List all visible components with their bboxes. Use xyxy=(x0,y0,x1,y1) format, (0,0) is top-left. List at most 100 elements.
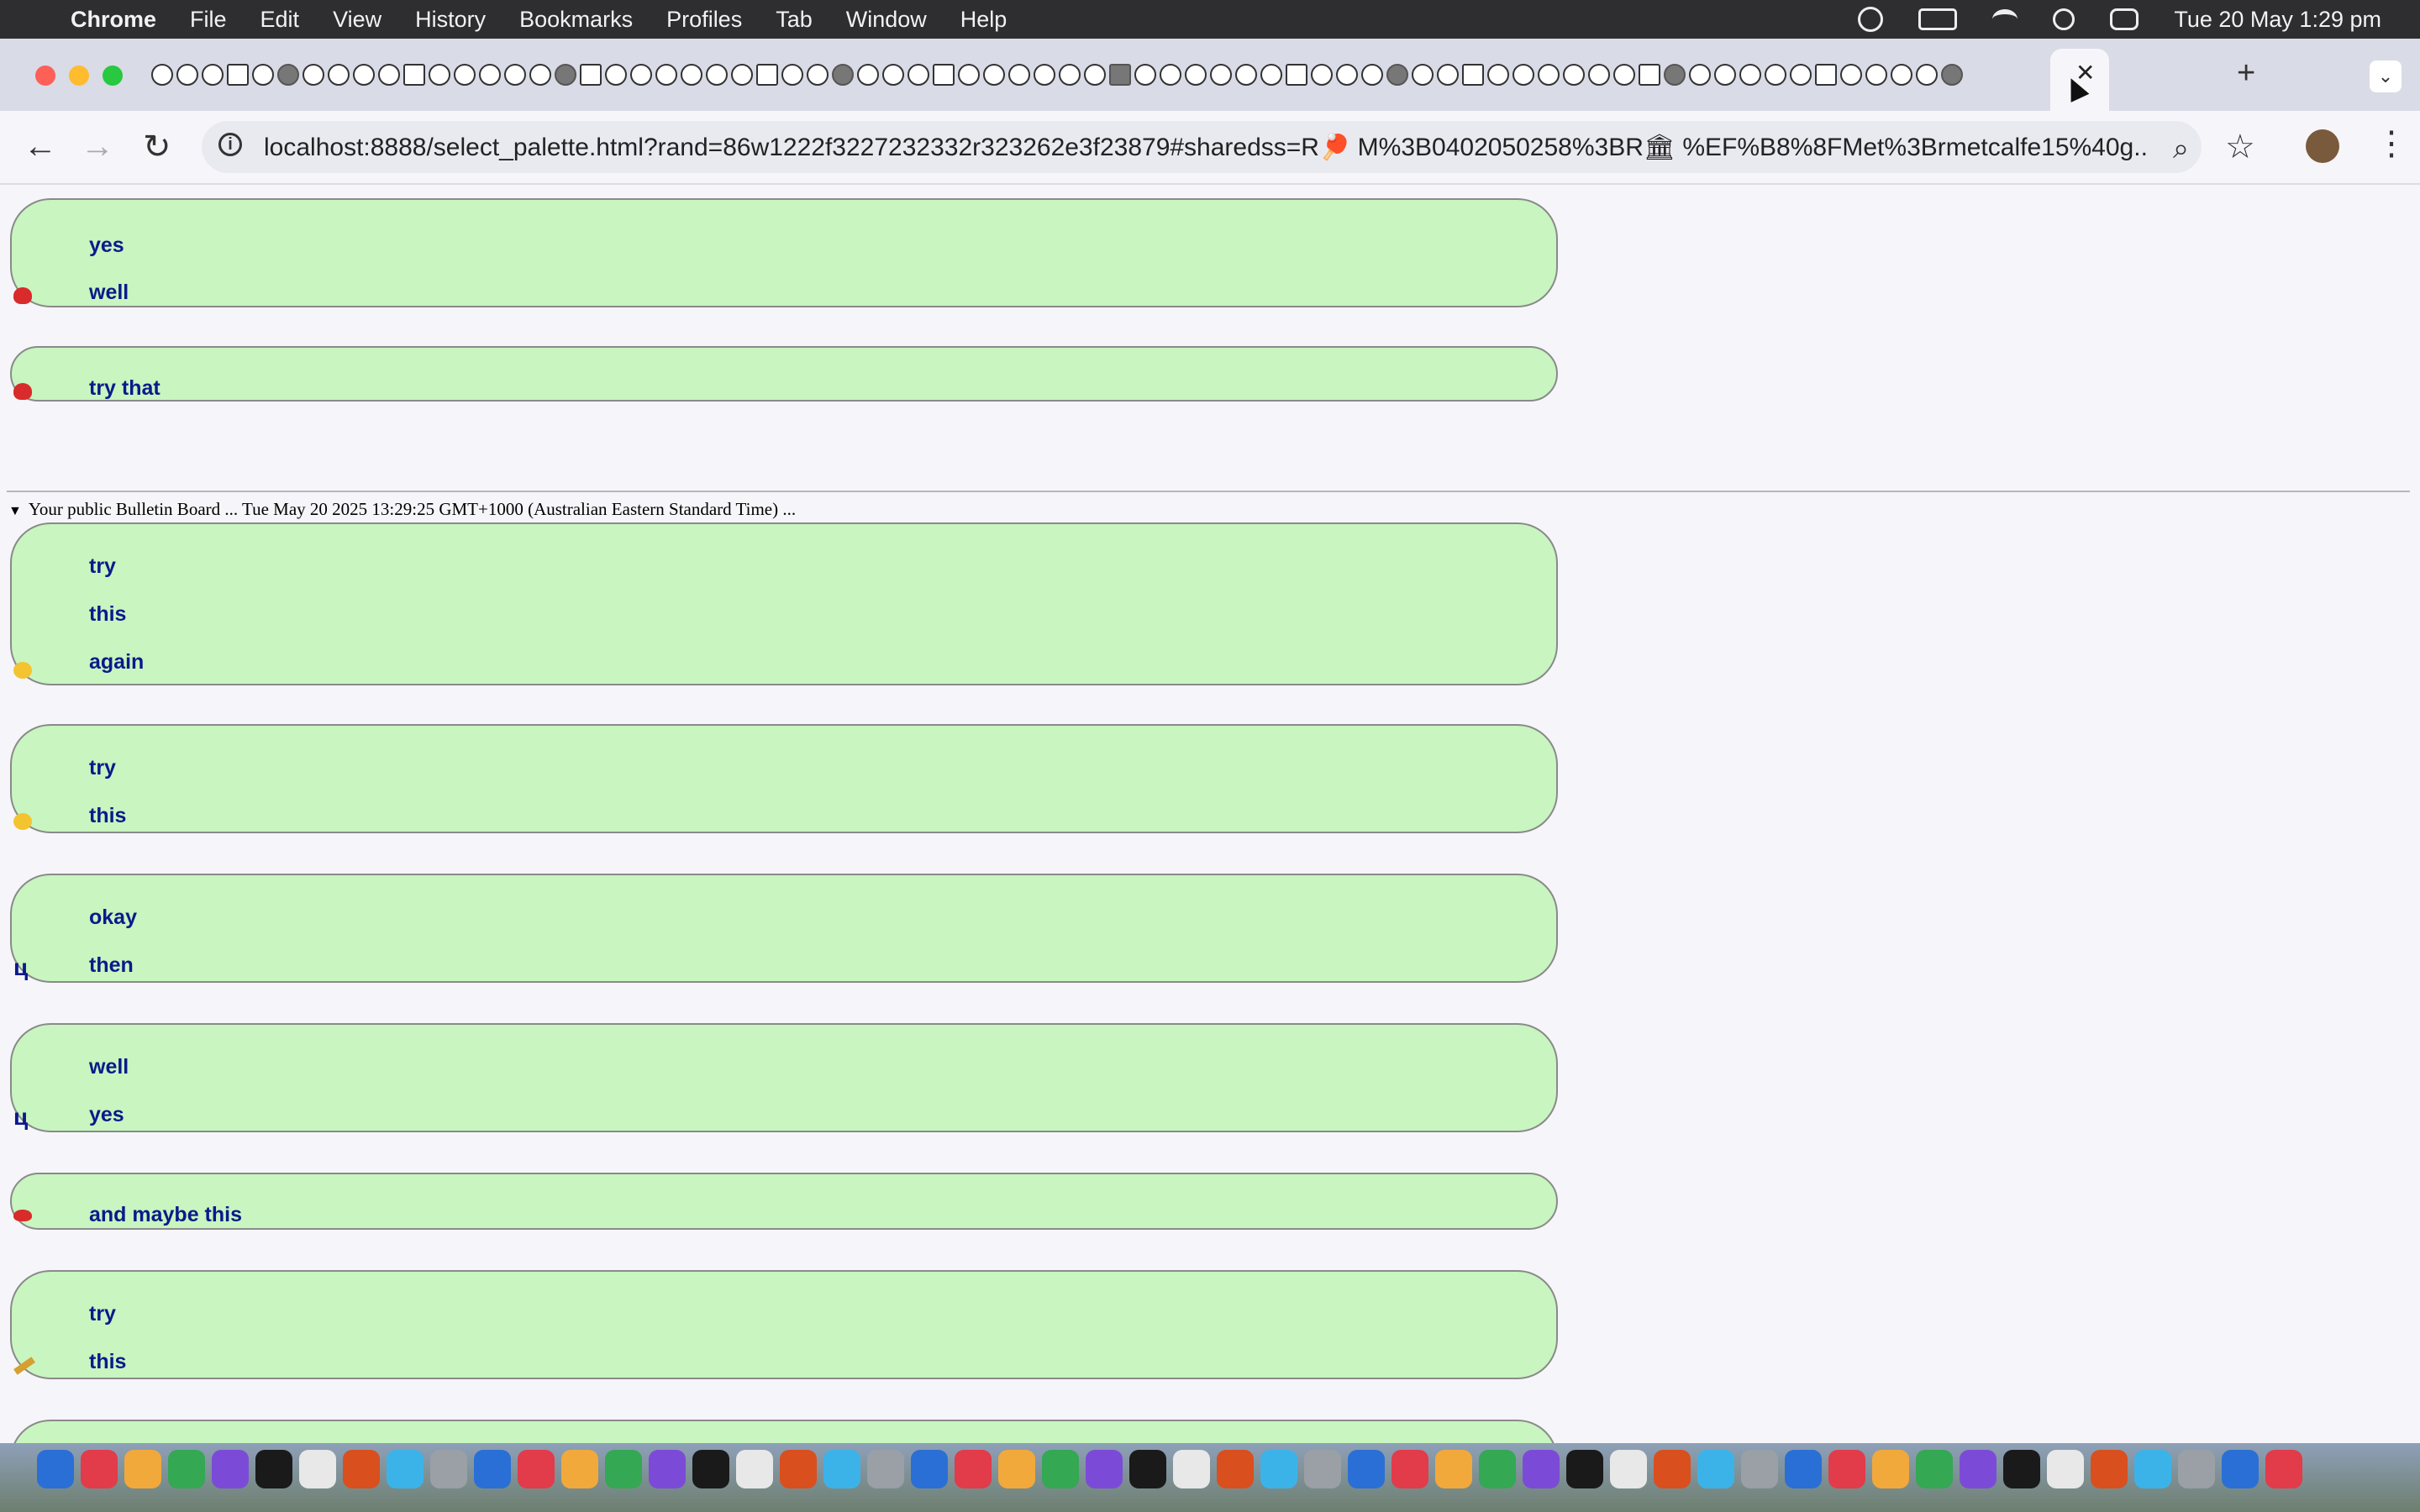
tab-favicon-icon[interactable] xyxy=(933,64,955,86)
tab-favicon-icon[interactable] xyxy=(555,64,576,86)
dock-app-icon[interactable] xyxy=(518,1450,555,1488)
dock-app-icon[interactable] xyxy=(1610,1450,1647,1488)
disclosure-triangle-icon[interactable]: ▼ xyxy=(8,504,22,518)
back-button[interactable]: ← xyxy=(24,128,57,165)
tab-favicon-icon[interactable] xyxy=(1865,64,1887,86)
tab-favicon-icon[interactable] xyxy=(832,64,854,86)
tab-favicon-icon[interactable] xyxy=(403,64,425,86)
tab-favicon-icon[interactable] xyxy=(908,64,929,86)
menu-file[interactable]: File xyxy=(190,7,227,33)
dock-app-icon[interactable] xyxy=(1872,1450,1909,1488)
dock-app-icon[interactable] xyxy=(430,1450,467,1488)
tab-favicon-icon[interactable] xyxy=(1286,64,1307,86)
dock-app-icon[interactable] xyxy=(1785,1450,1822,1488)
tab-favicon-icon[interactable] xyxy=(1185,64,1207,86)
message-bubble[interactable]: try this xyxy=(10,1270,1558,1379)
dock-app-icon[interactable] xyxy=(911,1450,948,1488)
tab-favicon-icon[interactable] xyxy=(1739,64,1761,86)
dock-app-icon[interactable] xyxy=(2265,1450,2302,1488)
dock-app-icon[interactable] xyxy=(1304,1450,1341,1488)
dock-app-icon[interactable] xyxy=(1173,1450,1210,1488)
tab-favicon-icon[interactable] xyxy=(1084,64,1106,86)
new-tab-button[interactable]: + xyxy=(2237,55,2255,92)
tab-favicon-icon[interactable] xyxy=(378,64,400,86)
tab-favicon-icon[interactable] xyxy=(655,64,677,86)
tab-favicon-icon[interactable] xyxy=(580,64,602,86)
menubar-clock[interactable]: Tue 20 May 1:29 pm xyxy=(2174,7,2381,33)
spotlight-search-icon[interactable] xyxy=(2053,8,2075,30)
dock-app-icon[interactable] xyxy=(37,1450,74,1488)
dock-app-icon[interactable] xyxy=(1566,1450,1603,1488)
tab-favicon-icon[interactable] xyxy=(807,64,829,86)
menu-history[interactable]: History xyxy=(415,7,486,33)
dock-app-icon[interactable] xyxy=(81,1450,118,1488)
dock-app-icon[interactable] xyxy=(1260,1450,1297,1488)
tab-favicon-icon[interactable] xyxy=(1059,64,1081,86)
tab-favicon-icon[interactable] xyxy=(1538,64,1560,86)
tab-favicon-icon[interactable] xyxy=(479,64,501,86)
message-bubble[interactable]: okay then ц xyxy=(10,874,1558,983)
tab-favicon-icon[interactable] xyxy=(252,64,274,86)
tab-favicon-icon[interactable] xyxy=(1512,64,1534,86)
dock-app-icon[interactable] xyxy=(998,1450,1035,1488)
close-window-button[interactable] xyxy=(35,66,55,86)
dock-app-icon[interactable] xyxy=(474,1450,511,1488)
tab-favicon-icon[interactable] xyxy=(1664,64,1686,86)
tab-favicon-icon[interactable] xyxy=(756,64,778,86)
tab-favicon-icon[interactable] xyxy=(202,64,224,86)
tab-favicon-icon[interactable] xyxy=(504,64,526,86)
address-bar[interactable]: i localhost:8888/select_palette.html?ran… xyxy=(202,121,2202,173)
dock-app-icon[interactable] xyxy=(1086,1450,1123,1488)
tab-favicon-icon[interactable] xyxy=(781,64,803,86)
message-bubble[interactable]: yes well xyxy=(10,198,1558,307)
tab-favicon-icon[interactable] xyxy=(605,64,627,86)
dock-app-icon[interactable] xyxy=(1042,1450,1079,1488)
dock-app-icon[interactable] xyxy=(212,1450,249,1488)
dock-app-icon[interactable] xyxy=(124,1450,161,1488)
tab-favicon-icon[interactable] xyxy=(1437,64,1459,86)
bulletin-board-header[interactable]: ▼ Your public Bulletin Board ... Tue May … xyxy=(8,499,796,520)
profile-avatar[interactable] xyxy=(2306,129,2339,163)
tab-favicon-icon[interactable] xyxy=(1462,64,1484,86)
dock-app-icon[interactable] xyxy=(1916,1450,1953,1488)
dock-app-icon[interactable] xyxy=(1654,1450,1691,1488)
minimize-window-button[interactable] xyxy=(69,66,89,86)
tab-favicon-icon[interactable] xyxy=(1714,64,1736,86)
tab-favicon-icon[interactable] xyxy=(1210,64,1232,86)
message-bubble[interactable]: well yes ц xyxy=(10,1023,1558,1132)
menu-help[interactable]: Help xyxy=(960,7,1007,33)
zoom-window-button[interactable] xyxy=(103,66,123,86)
dock-app-icon[interactable] xyxy=(1392,1450,1428,1488)
battery-icon[interactable] xyxy=(1918,8,1958,30)
tab-favicon-icon[interactable] xyxy=(1689,64,1711,86)
tab-favicon-icon[interactable] xyxy=(1134,64,1156,86)
dock-app-icon[interactable] xyxy=(255,1450,292,1488)
dock-app-icon[interactable] xyxy=(1217,1450,1254,1488)
dock-app-icon[interactable] xyxy=(343,1450,380,1488)
dock-app-icon[interactable] xyxy=(1828,1450,1865,1488)
tab-favicon-icon[interactable] xyxy=(1588,64,1610,86)
dock-app-icon[interactable] xyxy=(1435,1450,1472,1488)
tab-favicon-icon[interactable] xyxy=(706,64,728,86)
dock-app-icon[interactable] xyxy=(1741,1450,1778,1488)
bookmark-star-icon[interactable]: ☆ xyxy=(2225,128,2255,166)
tab-favicon-icon[interactable] xyxy=(1563,64,1585,86)
dock-app-icon[interactable] xyxy=(955,1450,992,1488)
tab-favicon-icon[interactable] xyxy=(1034,64,1055,86)
forward-button[interactable]: → xyxy=(81,128,114,165)
menu-window[interactable]: Window xyxy=(846,7,927,33)
message-bubble[interactable] xyxy=(10,1420,1558,1445)
dock-app-icon[interactable] xyxy=(1129,1450,1166,1488)
dock-app-icon[interactable] xyxy=(2222,1450,2259,1488)
message-bubble[interactable]: try that xyxy=(10,346,1558,402)
tab-favicon-icon[interactable] xyxy=(277,64,299,86)
tab-favicon-icon[interactable] xyxy=(1891,64,1912,86)
tab-favicon-icon[interactable] xyxy=(983,64,1005,86)
dock-app-icon[interactable] xyxy=(2178,1450,2215,1488)
tab-favicon-icon[interactable] xyxy=(882,64,904,86)
message-bubble[interactable]: try this again xyxy=(10,522,1558,685)
tab-favicon-icon[interactable] xyxy=(1260,64,1282,86)
control-center-icon[interactable] xyxy=(2110,8,2139,30)
dock-app-icon[interactable] xyxy=(2003,1450,2040,1488)
zoom-icon[interactable]: ⌕ xyxy=(2173,133,2189,165)
